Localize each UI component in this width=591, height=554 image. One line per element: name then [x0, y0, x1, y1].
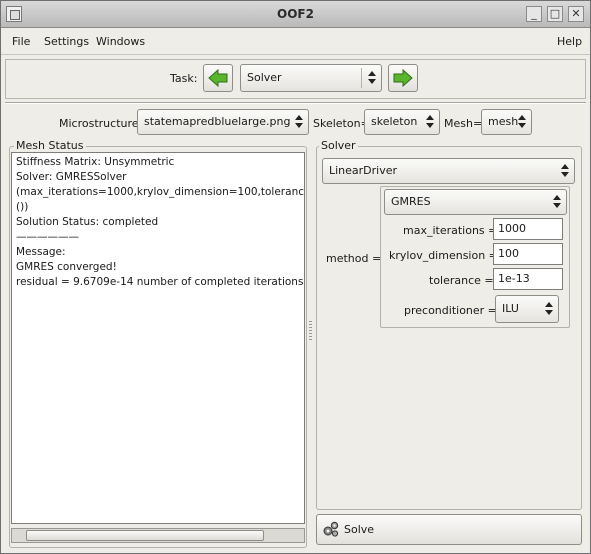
- krylov-dimension-label: krylov_dimension =: [389, 249, 498, 262]
- status-line: Solver: GMRESSolver: [16, 171, 127, 183]
- combo-arrows-icon: [545, 302, 553, 316]
- krylov-dimension-field[interactable]: 100: [493, 243, 563, 265]
- preconditioner-select-value: ILU: [502, 302, 519, 315]
- menu-windows[interactable]: Windows: [96, 35, 145, 48]
- solve-label: Solve: [344, 523, 375, 536]
- driver-select-value: LinearDriver: [329, 164, 398, 177]
- right-arrow-icon: [393, 68, 413, 88]
- preconditioner-label: preconditioner =: [404, 304, 497, 317]
- task-select[interactable]: Solver: [240, 64, 382, 92]
- mesh-select[interactable]: mesh: [481, 109, 532, 135]
- minimize-icon[interactable]: _: [526, 6, 542, 22]
- method-select[interactable]: GMRES: [384, 189, 567, 215]
- combo-arrows-icon: [295, 115, 303, 129]
- max-iterations-field[interactable]: 1000: [493, 218, 563, 240]
- preconditioner-select[interactable]: ILU: [495, 295, 559, 323]
- horizontal-scrollbar[interactable]: [11, 528, 305, 543]
- title-bar: OOF2 _ □ ✕: [1, 1, 590, 28]
- combo-arrows-icon: [368, 71, 376, 85]
- close-icon[interactable]: ✕: [568, 6, 584, 22]
- status-line: (max_iterations=1000,krylov_dimension=10…: [16, 186, 304, 198]
- mesh-status-text[interactable]: Stiffness Matrix: Unsymmetric Solver: GM…: [11, 152, 305, 524]
- combo-arrows-icon: [518, 115, 526, 129]
- driver-select[interactable]: LinearDriver: [322, 158, 575, 184]
- next-task-button[interactable]: [388, 64, 418, 92]
- combo-arrows-icon: [553, 195, 561, 209]
- task-select-value: Solver: [247, 71, 282, 84]
- skeleton-select-value: skeleton: [371, 115, 418, 128]
- combo-arrows-icon: [561, 164, 569, 178]
- status-line: Solution Status: completed: [16, 216, 159, 228]
- status-line: ——————: [16, 231, 79, 243]
- maximize-icon[interactable]: □: [547, 6, 563, 22]
- tolerance-field[interactable]: 1e-13: [493, 268, 563, 290]
- status-line: Message:: [16, 246, 66, 258]
- method-select-value: GMRES: [391, 195, 431, 208]
- status-line: GMRES converged!: [16, 261, 117, 273]
- oof2-window: OOF2 _ □ ✕ File Settings Windows Help Ta…: [0, 0, 591, 554]
- status-line: ()): [16, 201, 29, 213]
- mesh-label: Mesh=: [444, 117, 483, 130]
- skeleton-label: Skeleton=: [313, 117, 370, 130]
- microstructure-select[interactable]: statemapredbluelarge.png: [137, 109, 309, 135]
- status-line: Stiffness Matrix: Unsymmetric: [16, 156, 175, 168]
- pane-resize-handle[interactable]: [309, 321, 313, 342]
- prev-task-button[interactable]: [203, 64, 233, 92]
- method-label: method =: [326, 252, 382, 265]
- solver-title: Solver: [319, 139, 358, 152]
- microstructure-label: Microstructure=: [59, 117, 148, 130]
- task-label: Task:: [170, 72, 198, 85]
- solve-button[interactable]: Solve: [316, 514, 582, 545]
- menu-settings[interactable]: Settings: [44, 35, 89, 48]
- window-title: OOF2: [277, 7, 314, 21]
- max-iterations-label: max_iterations =: [403, 224, 498, 237]
- menu-bar: File Settings Windows Help: [1, 29, 590, 55]
- mesh-status-title: Mesh Status: [14, 139, 86, 152]
- gears-icon: [323, 521, 339, 537]
- microstructure-select-value: statemapredbluelarge.png: [144, 115, 291, 128]
- tolerance-label: tolerance =: [429, 274, 494, 287]
- menu-help[interactable]: Help: [557, 35, 582, 48]
- menu-file[interactable]: File: [12, 35, 30, 48]
- separator: [5, 102, 586, 104]
- skeleton-select[interactable]: skeleton: [364, 109, 440, 135]
- status-line: residual = 9.6709e-14 number of complete…: [16, 276, 304, 288]
- mesh-select-value: mesh: [488, 115, 519, 128]
- scrollbar-thumb[interactable]: [26, 530, 264, 541]
- left-arrow-icon: [208, 68, 228, 88]
- task-bar: Task: Solver: [5, 59, 586, 99]
- combo-arrows-icon: [426, 115, 434, 129]
